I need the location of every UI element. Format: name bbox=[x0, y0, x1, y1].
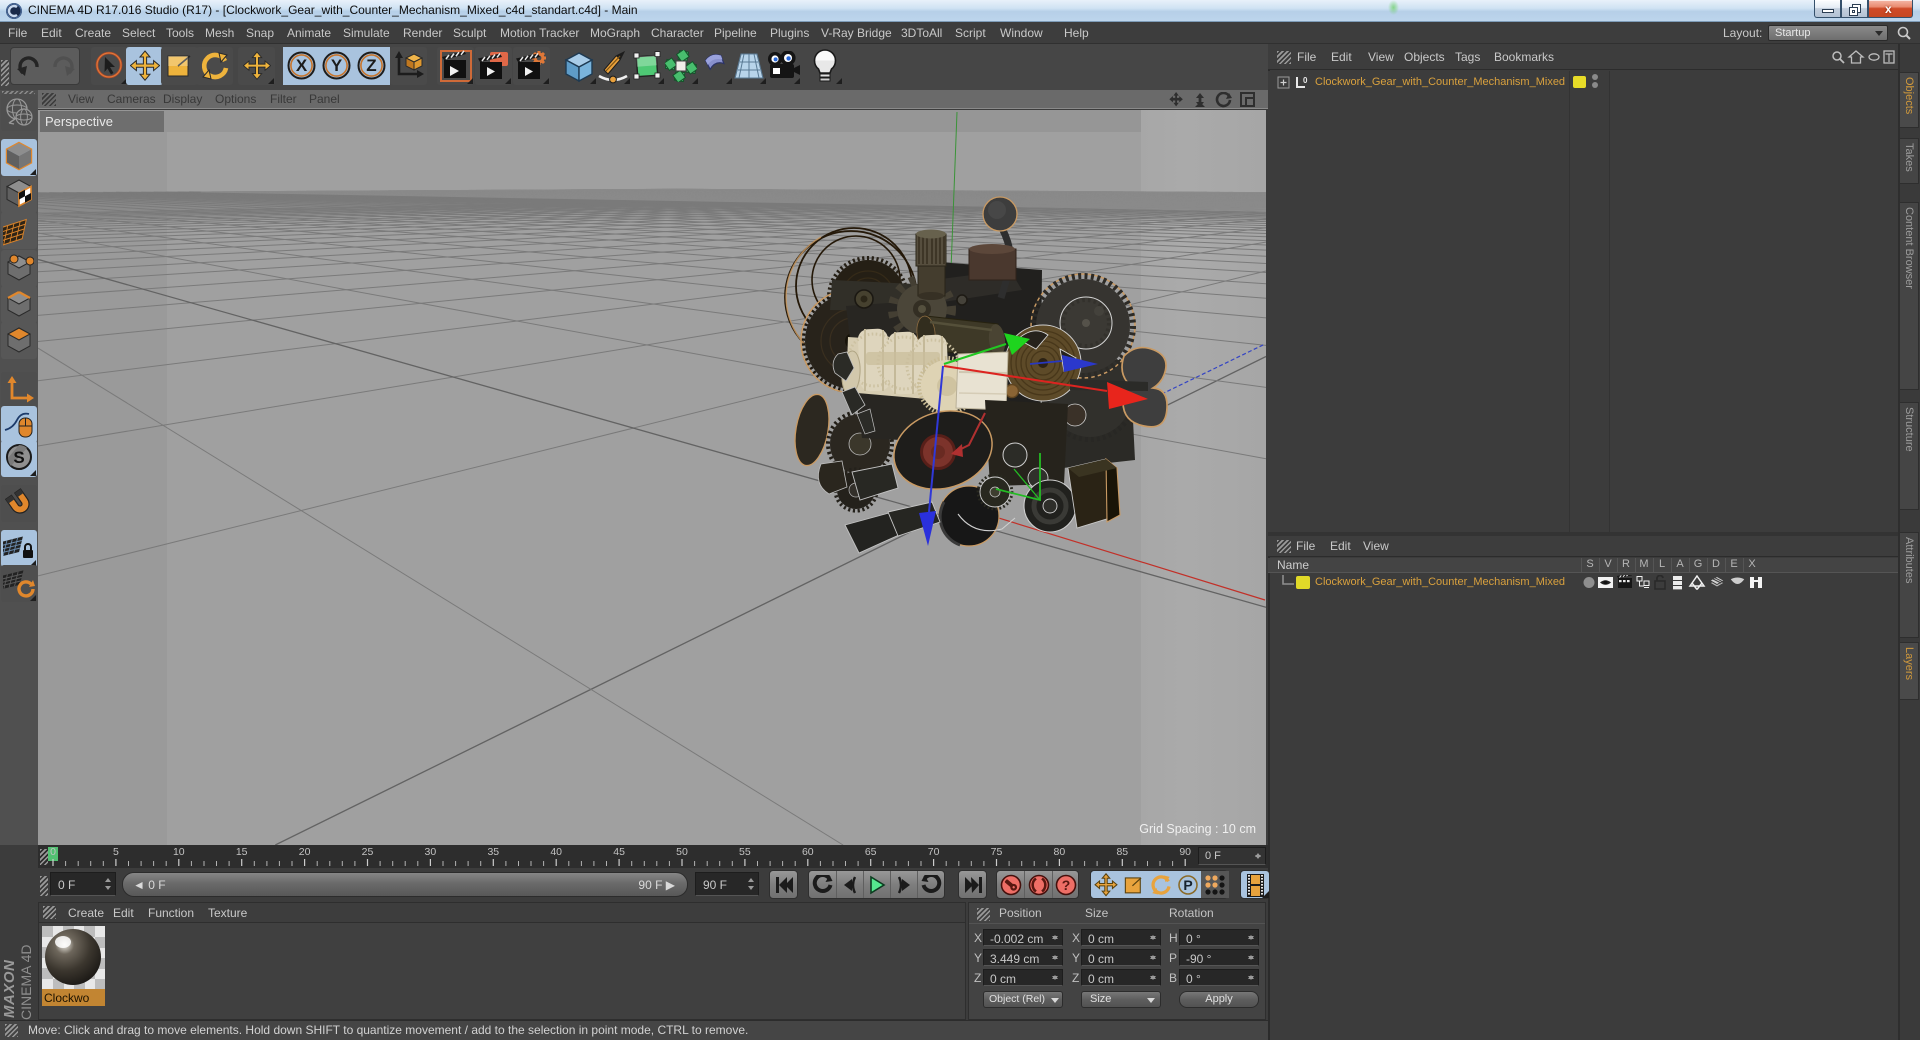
svg-text:30: 30 bbox=[425, 846, 437, 858]
svg-text:55: 55 bbox=[739, 846, 751, 858]
svg-text:45: 45 bbox=[613, 846, 625, 858]
svg-text:80: 80 bbox=[1054, 846, 1066, 858]
svg-text:0: 0 bbox=[50, 846, 56, 858]
svg-text:S: S bbox=[13, 448, 24, 467]
svg-text:25: 25 bbox=[362, 846, 374, 858]
svg-text:Perspective: Perspective bbox=[45, 114, 113, 129]
svg-text:Grid Spacing : 10 cm: Grid Spacing : 10 cm bbox=[1139, 822, 1256, 836]
svg-text:75: 75 bbox=[991, 846, 1003, 858]
svg-text:Y: Y bbox=[331, 56, 343, 75]
svg-text:5: 5 bbox=[113, 846, 119, 858]
svg-text:90: 90 bbox=[1179, 846, 1191, 858]
svg-text:10: 10 bbox=[173, 846, 185, 858]
svg-text:X: X bbox=[296, 56, 308, 75]
svg-text:70: 70 bbox=[928, 846, 940, 858]
svg-text:65: 65 bbox=[865, 846, 877, 858]
svg-text:0: 0 bbox=[1303, 76, 1308, 85]
svg-text:85: 85 bbox=[1116, 846, 1128, 858]
svg-text:?: ? bbox=[1062, 877, 1071, 893]
svg-text:60: 60 bbox=[802, 846, 814, 858]
svg-text:50: 50 bbox=[676, 846, 688, 858]
svg-text:40: 40 bbox=[550, 846, 562, 858]
svg-text:20: 20 bbox=[299, 846, 311, 858]
svg-text:15: 15 bbox=[236, 846, 248, 858]
svg-text:35: 35 bbox=[487, 846, 499, 858]
svg-text:P: P bbox=[1183, 877, 1192, 893]
svg-text:Z: Z bbox=[366, 56, 376, 75]
